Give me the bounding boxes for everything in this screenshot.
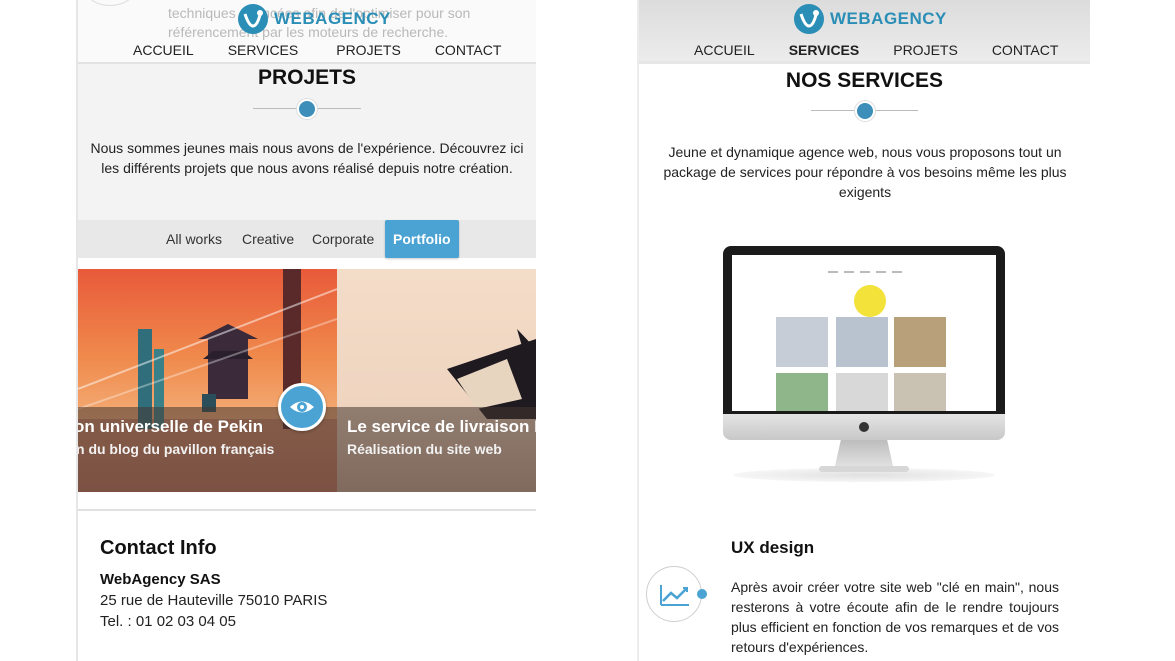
right-page-services: WEBAGENCY ACCUEIL SERVICES PROJETS CONTA… <box>639 0 1090 661</box>
main-nav: ACCUEIL SERVICES PROJETS CONTACT <box>133 42 501 58</box>
thumb-photo <box>836 317 888 367</box>
section-divider <box>253 97 361 121</box>
section-title: PROJETS <box>257 66 357 89</box>
logo-text: WEBAGENCY <box>830 9 947 28</box>
nav-item-projets[interactable]: PROJETS <box>336 42 401 58</box>
contact-phone[interactable]: Tel. : 01 02 03 04 05 <box>100 613 236 630</box>
main-nav: ACCUEIL SERVICES PROJETS CONTACT <box>694 42 1058 58</box>
thumb-photo <box>776 317 828 367</box>
contact-company: WebAgency SAS <box>100 571 221 588</box>
apple-logo-icon <box>859 422 869 432</box>
project-tile-livraison[interactable]: Le service de livraison F Réalisation du… <box>337 269 536 492</box>
ux-design-icon-circle <box>646 566 702 622</box>
chart-line-icon <box>660 585 689 606</box>
section-title: NOS SERVICES <box>785 69 944 92</box>
service-title: UX design <box>731 538 815 557</box>
project-title: on universelle de Pekin <box>78 417 263 436</box>
service-description: Après avoir créer votre site web "clé en… <box>731 579 1059 655</box>
nav-item-accueil[interactable]: ACCUEIL <box>694 42 755 58</box>
nav-item-accueil[interactable]: ACCUEIL <box>133 42 194 58</box>
eye-icon <box>290 401 314 413</box>
project-title: Le service de livraison F <box>347 417 536 436</box>
logo-text: WEBAGENCY <box>274 9 391 28</box>
thumb-photo <box>836 373 888 411</box>
view-project-button[interactable] <box>278 383 326 431</box>
nav-item-contact[interactable]: CONTACT <box>435 42 502 58</box>
project-tile-pekin[interactable]: on universelle de Pekin n du blog du pav… <box>78 269 337 492</box>
services-description: Jeune et dynamique agence web, nous vous… <box>663 144 1067 200</box>
filter-portfolio[interactable]: Portfolio <box>385 220 459 258</box>
website-preview <box>732 255 996 411</box>
section-divider <box>811 99 918 123</box>
thumb-photo <box>776 373 828 411</box>
mini-logo-icon <box>854 285 886 317</box>
nav-item-services[interactable]: SERVICES <box>228 42 299 58</box>
projects-description: Nous sommes jeunes mais nous avons de l'… <box>90 140 524 176</box>
contact-separator <box>78 509 536 511</box>
filter-creative[interactable]: Creative <box>242 220 294 258</box>
portfolio-filter-bar: All works Creative Corporate Portfolio <box>78 220 536 258</box>
project-subtitle: n du blog du pavillon français <box>78 441 275 457</box>
ux-dot-icon <box>697 589 707 599</box>
imac-mockup-image <box>723 246 1005 486</box>
project-subtitle: Réalisation du site web <box>347 441 502 457</box>
contact-address: 25 rue de Hauteville 75010 PARIS <box>100 592 328 609</box>
logo-mark-icon <box>792 2 826 36</box>
nav-item-services-active[interactable]: SERVICES <box>789 42 860 58</box>
site-logo[interactable]: WEBAGENCY <box>236 2 391 36</box>
portfolio-grid: on universelle de Pekin n du blog du pav… <box>78 269 536 492</box>
logo-mark-icon <box>236 2 270 36</box>
filter-all-works[interactable]: All works <box>166 220 222 258</box>
nav-item-contact[interactable]: CONTACT <box>992 42 1059 58</box>
contact-title: Contact Info <box>100 537 217 559</box>
filter-corporate[interactable]: Corporate <box>312 220 374 258</box>
divider-dot-icon <box>854 101 875 121</box>
thumb-photo <box>894 317 946 367</box>
thumb-photo <box>894 373 946 411</box>
left-page-projects: techniques avancées afin de l'optimiser … <box>78 0 536 661</box>
divider-dot-icon <box>297 99 317 119</box>
site-logo[interactable]: WEBAGENCY <box>792 2 947 36</box>
nav-item-projets[interactable]: PROJETS <box>893 42 958 58</box>
